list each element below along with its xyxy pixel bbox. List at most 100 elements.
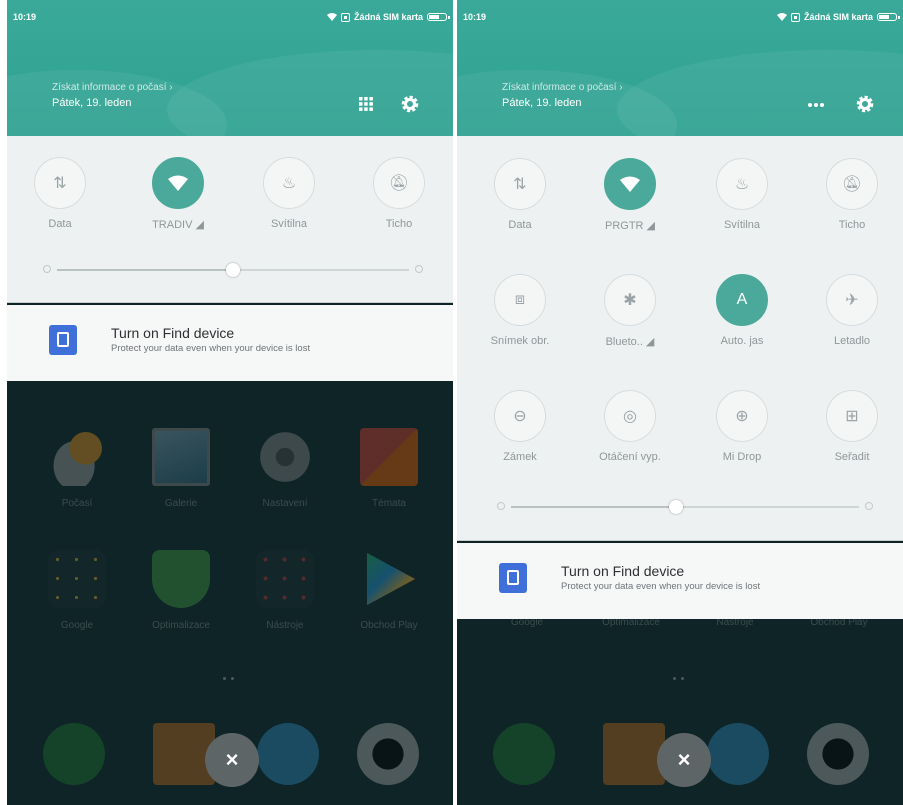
- quick-settings-panel: ⇅ Data TRADIV ◢ ♨ Svítilna 🔕︎ Ticho: [7, 136, 453, 302]
- app-optimization[interactable]: Optimalizace: [129, 550, 233, 631]
- date-label: Pátek, 19. leden: [52, 97, 132, 109]
- tile-flashlight[interactable]: ♨ Svítilna: [249, 157, 329, 230]
- app-label: Optimalizace: [602, 617, 660, 628]
- find-device-icon: [49, 325, 77, 355]
- tile-sort[interactable]: ⊞ Seřadit: [812, 390, 892, 463]
- app-label: Google: [510, 617, 544, 628]
- app-play-store[interactable]: Obchod Play: [787, 605, 891, 628]
- tile-data[interactable]: ⇅ Data: [20, 157, 100, 230]
- close-button[interactable]: ×: [205, 733, 259, 787]
- tile-label: Svítilna: [270, 218, 308, 230]
- close-button[interactable]: ×: [657, 733, 711, 787]
- app-google[interactable]: Google: [475, 605, 579, 628]
- divider: [457, 540, 903, 541]
- app-label: Galerie: [164, 498, 198, 509]
- brightness-knob[interactable]: [226, 263, 240, 277]
- app-label: Obchod Play: [360, 620, 418, 631]
- status-time: 10:19: [463, 12, 487, 22]
- app-play-store[interactable]: Obchod Play: [337, 550, 441, 631]
- notification-header: 10:19 Žádná SIM karta Získat informace o…: [7, 0, 453, 180]
- page-indicator: [223, 677, 234, 680]
- app-google[interactable]: Google: [25, 550, 129, 631]
- flashlight-icon: ♨: [716, 158, 768, 210]
- themes-app-icon: [360, 428, 418, 486]
- shield-icon: [152, 550, 210, 608]
- find-device-icon: [499, 563, 527, 593]
- browser-icon[interactable]: [707, 723, 769, 785]
- tile-wifi[interactable]: TRADIV ◢: [138, 157, 218, 231]
- tile-lock[interactable]: ⊖ Zámek: [480, 390, 560, 463]
- app-themes[interactable]: Témata: [337, 428, 441, 509]
- status-time: 10:19: [13, 12, 37, 22]
- tile-label: Data: [508, 219, 532, 231]
- app-label: Optimalizace: [152, 620, 210, 631]
- messages-icon[interactable]: [603, 723, 665, 785]
- app-label: Témata: [372, 498, 406, 509]
- quick-settings-panel: ⇅ Data PRGTR ◢ ♨ Svítilna 🔕︎ Ticho ⧈ Sní…: [457, 136, 903, 540]
- tile-bluetooth[interactable]: ✱ Blueto.. ◢: [590, 274, 670, 348]
- weather-app-icon: [48, 428, 106, 486]
- right-screen: 10:19 Žádná SIM karta Získat informace o…: [457, 0, 903, 805]
- sim-icon: [790, 12, 800, 22]
- gallery-app-icon: [152, 428, 210, 486]
- app-weather[interactable]: Počasí: [25, 428, 129, 509]
- tile-data[interactable]: ⇅ Data: [480, 158, 560, 231]
- gear-icon[interactable]: [400, 94, 420, 114]
- tile-silent[interactable]: 🔕︎ Ticho: [812, 158, 892, 231]
- tile-airplane[interactable]: ✈ Letadlo: [812, 274, 892, 347]
- left-screen: 10:19 Žádná SIM karta Získat informace o…: [7, 0, 453, 805]
- weather-link[interactable]: Získat informace o počasí ›: [502, 82, 623, 93]
- page-indicator: [673, 677, 684, 680]
- date-label: Pátek, 19. leden: [502, 97, 582, 109]
- data-icon: ⇅: [494, 158, 546, 210]
- tile-flashlight[interactable]: ♨ Svítilna: [702, 158, 782, 231]
- tile-label: Ticho: [838, 219, 866, 231]
- phone-icon[interactable]: [43, 723, 105, 785]
- app-gallery[interactable]: Galerie: [129, 428, 233, 509]
- brightness-slider[interactable]: [497, 500, 873, 514]
- brightness-knob[interactable]: [669, 500, 683, 514]
- tile-midrop[interactable]: ⊕ Mi Drop: [702, 390, 782, 463]
- tile-label: Snímek obr.: [490, 335, 550, 347]
- camera-icon[interactable]: [807, 723, 869, 785]
- tile-auto-brightness[interactable]: A Auto. jas: [702, 274, 782, 347]
- settings-app-icon: [256, 428, 314, 486]
- app-tools[interactable]: Nástroje: [683, 605, 787, 628]
- status-bar: 10:19 Žádná SIM karta: [13, 12, 450, 26]
- sort-icon: ⊞: [826, 390, 878, 442]
- browser-icon[interactable]: [257, 723, 319, 785]
- silent-icon: 🔕︎: [373, 157, 425, 209]
- app-tools[interactable]: Nástroje: [233, 550, 337, 631]
- google-folder-icon: [48, 550, 106, 608]
- tile-label: Mi Drop: [722, 451, 762, 463]
- tile-rotation[interactable]: ◎ Otáčení vyp.: [590, 390, 670, 463]
- flashlight-icon: ♨: [263, 157, 315, 209]
- brightness-slider[interactable]: [43, 263, 423, 277]
- sim-status: Žádná SIM karta: [353, 12, 423, 22]
- app-label: Počasí: [61, 498, 93, 509]
- tile-label: Otáčení vyp.: [599, 451, 661, 463]
- app-settings[interactable]: Nastavení: [233, 428, 337, 509]
- brightness-high-icon: [865, 502, 873, 510]
- tile-wifi[interactable]: PRGTR ◢: [590, 158, 670, 232]
- find-device-notification[interactable]: Turn on Find device Protect your data ev…: [7, 305, 453, 381]
- bluetooth-icon: ✱: [604, 274, 656, 326]
- more-icon[interactable]: [806, 94, 826, 114]
- grid-icon[interactable]: [356, 94, 376, 114]
- sim-status: Žádná SIM karta: [803, 12, 873, 22]
- camera-icon[interactable]: [357, 723, 419, 785]
- wifi-status-icon: [776, 13, 787, 21]
- gear-icon[interactable]: [855, 94, 875, 114]
- app-label: Nástroje: [716, 617, 754, 628]
- rotation-icon: ◎: [604, 390, 656, 442]
- app-optimization[interactable]: Optimalizace: [579, 605, 683, 628]
- tile-screenshot[interactable]: ⧈ Snímek obr.: [480, 274, 560, 347]
- close-icon: ×: [225, 747, 239, 772]
- tile-silent[interactable]: 🔕︎ Ticho: [359, 157, 439, 230]
- phone-icon[interactable]: [493, 723, 555, 785]
- notification-title: Turn on Find device: [561, 563, 685, 579]
- tile-label: Seřadit: [834, 451, 870, 463]
- notification-subtitle: Protect your data even when your device …: [111, 343, 311, 354]
- app-label: Obchod Play: [810, 617, 868, 628]
- weather-link[interactable]: Získat informace o počasí ›: [52, 82, 173, 93]
